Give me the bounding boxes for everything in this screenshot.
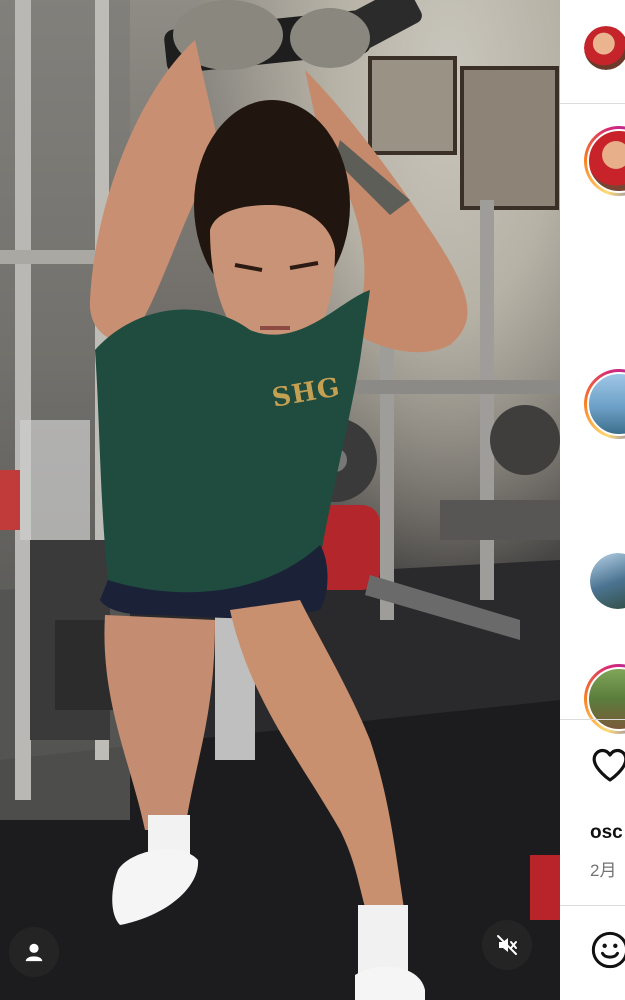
video-frame <box>0 0 560 1000</box>
story-avatar-3[interactable] <box>584 369 625 439</box>
emoji-icon[interactable] <box>590 930 625 970</box>
story-avatar-2[interactable] <box>584 126 625 196</box>
reel-video[interactable]: SHG <box>0 0 560 1000</box>
mute-button[interactable] <box>482 920 532 970</box>
divider <box>560 103 625 104</box>
speaker-muted-icon <box>497 935 517 955</box>
heart-icon[interactable] <box>590 745 625 785</box>
story-avatar-1[interactable] <box>584 26 625 70</box>
story-avatar-5[interactable] <box>584 664 625 734</box>
divider <box>560 905 625 906</box>
profile-button[interactable] <box>9 927 59 977</box>
side-panel: osc 2月 <box>560 0 625 1000</box>
divider <box>560 719 625 720</box>
post-date[interactable]: 2月 <box>590 856 616 881</box>
story-avatar-4[interactable] <box>590 553 625 609</box>
person-icon <box>25 943 43 962</box>
post-username[interactable]: osc <box>590 822 623 844</box>
